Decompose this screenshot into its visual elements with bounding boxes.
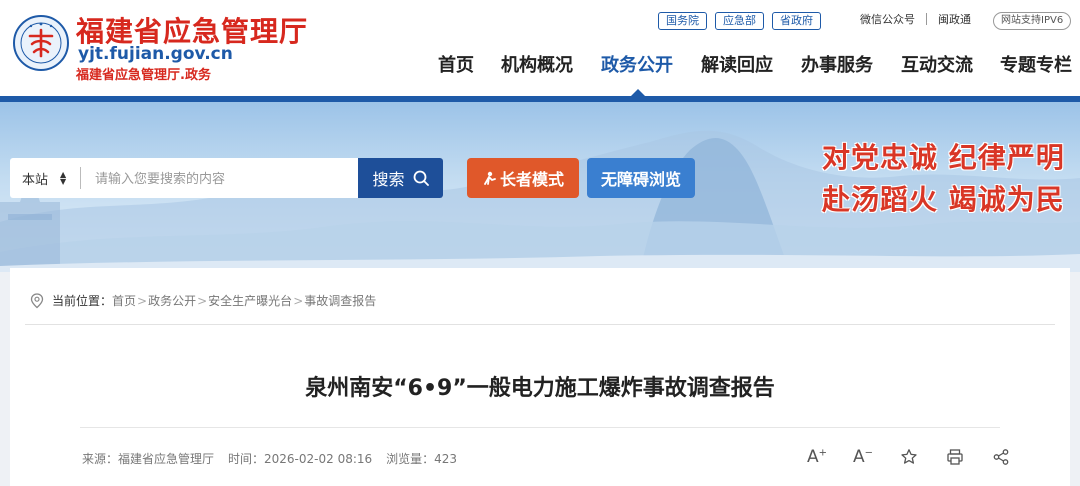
breadcrumb-home[interactable]: 首页	[112, 292, 136, 309]
search-box: 本站 ▲▼ 搜索	[10, 158, 443, 198]
font-larger-button[interactable]: A+	[794, 445, 840, 469]
nav-interpretation[interactable]: 解读回应	[701, 55, 801, 77]
article-time: 时间：2026-02-02 08:16	[228, 452, 373, 466]
breadcrumb-exposure[interactable]: 安全生产曝光台	[208, 292, 292, 309]
elder-mode-button[interactable]: 长者模式	[467, 158, 579, 198]
share-icon	[993, 449, 1009, 465]
star-icon	[901, 449, 917, 464]
search-button-label: 搜索	[372, 170, 405, 189]
font-smaller-button[interactable]: A−	[840, 445, 886, 469]
title-divider	[80, 427, 1000, 428]
top-links: 国务院 应急部 省政府	[658, 12, 821, 30]
slogan-line-1: 对党忠诚 纪律严明	[822, 141, 1065, 174]
updown-arrow-icon: ▲ ▼	[60, 170, 67, 186]
active-nav-indicator	[630, 89, 646, 97]
breadcrumb-separator: >	[137, 293, 148, 308]
location-pin-icon	[30, 292, 44, 308]
ipv6-badge: 网站支持IPV6	[993, 12, 1072, 30]
article-title: 泉州南安“6•9”一般电力施工爆炸事故调查报告	[305, 376, 775, 401]
accessible-browse-label: 无障碍浏览	[600, 170, 681, 189]
main-nav: 首页 机构概况 政务公开 解读回应 办事服务 互动交流 专题专栏	[438, 55, 1072, 77]
breadcrumb-label: 当前位置：	[52, 294, 113, 308]
content-panel: 当前位置： 首页 > 政务公开 > 安全生产曝光台 > 事故调查报告 泉州南安“…	[10, 268, 1070, 486]
accessible-browse-button[interactable]: 无障碍浏览	[587, 158, 695, 198]
article-views: 浏览量：423	[386, 452, 458, 466]
font-larger-icon: A+	[806, 447, 828, 467]
breadcrumb-separator: >	[293, 293, 304, 308]
nav-services[interactable]: 办事服务	[801, 55, 901, 77]
elder-icon	[484, 171, 496, 185]
search-scope-label: 本站	[22, 172, 49, 188]
breadcrumb-separator: >	[197, 293, 208, 308]
link-emergency-ministry[interactable]: 应急部	[715, 12, 764, 30]
search-scope-select[interactable]: 本站 ▲ ▼	[10, 158, 80, 198]
site-header: 福建省应急管理厅 yjt.fujian.gov.cn 福建省应急管理厅.政务 国…	[0, 0, 1080, 96]
breadcrumb-divider	[25, 324, 1055, 325]
nav-special-topics[interactable]: 专题专栏	[1000, 55, 1072, 77]
slogan-line-2: 赴汤蹈火 竭诚为民	[822, 183, 1065, 216]
emblem-logo-icon[interactable]	[12, 14, 70, 72]
mingzhengtong-link[interactable]: 闽政通	[938, 13, 971, 27]
share-button[interactable]	[978, 445, 1024, 469]
article-source: 来源：福建省应急管理厅	[82, 452, 215, 466]
link-state-council[interactable]: 国务院	[658, 12, 707, 30]
util-divider	[926, 13, 927, 25]
site-subtitle: 福建省应急管理厅.政务	[76, 68, 211, 83]
breadcrumb-reports[interactable]: 事故调查报告	[304, 292, 376, 309]
breadcrumb: 当前位置： 首页 > 政务公开 > 安全生产曝光台 > 事故调查报告	[30, 292, 376, 309]
article-meta: 来源：福建省应急管理厅 时间：2026-02-02 08:16 浏览量：423	[82, 450, 457, 467]
nav-gov-affairs[interactable]: 政务公开	[601, 55, 701, 77]
site-domain: yjt.fujian.gov.cn	[78, 44, 233, 64]
print-button[interactable]	[932, 445, 978, 469]
nav-organization[interactable]: 机构概况	[501, 55, 601, 77]
nav-interaction[interactable]: 互动交流	[901, 55, 1000, 77]
search-icon	[413, 170, 429, 186]
link-provincial-gov[interactable]: 省政府	[772, 12, 821, 30]
search-input[interactable]	[81, 158, 358, 198]
font-smaller-icon: A−	[852, 447, 874, 467]
print-icon	[947, 449, 963, 465]
favorite-button[interactable]	[886, 445, 932, 469]
search-button[interactable]: 搜索	[358, 158, 443, 198]
nav-home[interactable]: 首页	[438, 55, 501, 77]
article-tools: A+ A−	[794, 445, 1024, 469]
elder-mode-label: 长者模式	[499, 170, 564, 189]
breadcrumb-gov-affairs[interactable]: 政务公开	[148, 292, 196, 309]
wechat-link[interactable]: 微信公众号	[860, 13, 915, 27]
